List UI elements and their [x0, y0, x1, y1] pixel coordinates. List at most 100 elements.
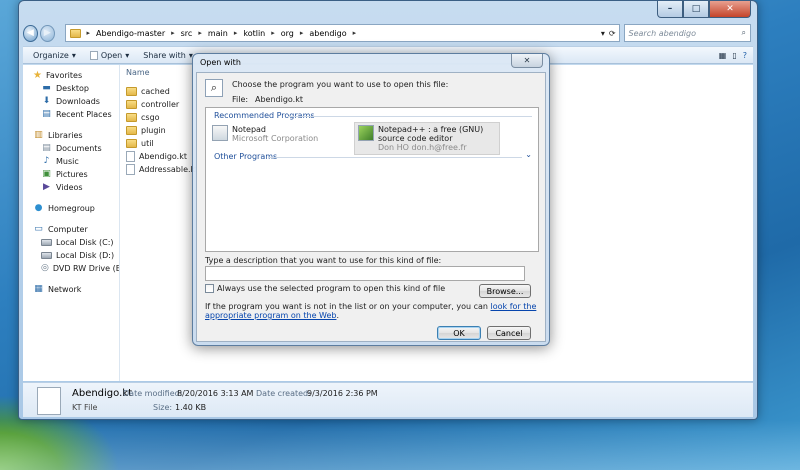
- view-options-icon[interactable]: ▦: [719, 51, 727, 60]
- network-icon: ▦: [34, 284, 43, 294]
- program-name: Notepad: [232, 125, 266, 134]
- nav-videos[interactable]: ▶ Videos: [23, 181, 119, 194]
- maximize-button[interactable]: □: [683, 1, 709, 18]
- nav-pictures[interactable]: ▣ Pictures: [23, 168, 119, 181]
- address-bar[interactable]: ▸ Abendigo-master ▸ src ▸ main ▸ kotlin ▸ or…: [64, 24, 620, 42]
- column-header-name[interactable]: Name: [126, 68, 150, 77]
- folder-icon: [126, 100, 137, 109]
- breadcrumb-item[interactable]: Abendigo-master ▸: [96, 29, 175, 38]
- address-row: ◀ ▶ ▸ Abendigo-master ▸ src ▸ main ▸ kotlin…: [23, 23, 751, 43]
- desktop-icon: ▬: [42, 83, 51, 93]
- document-icon: [89, 50, 98, 60]
- list-item[interactable]: csgo: [126, 111, 198, 124]
- folder-icon: [126, 139, 137, 148]
- cancel-button[interactable]: Cancel: [487, 326, 531, 340]
- program-list[interactable]: Recommended Programs Notepad Microsoft C…: [205, 107, 539, 252]
- folder-icon: [69, 28, 81, 38]
- always-use-option[interactable]: Always use the selected program to open …: [205, 284, 445, 293]
- nav-local-disk-d[interactable]: Local Disk (D:): [23, 249, 119, 262]
- refresh-icon[interactable]: ⟳: [609, 29, 616, 38]
- nav-dvd-drive[interactable]: ◎DVD RW Drive (E:) XI: [23, 262, 119, 275]
- breadcrumb-item[interactable]: main ▸: [208, 29, 238, 38]
- program-publisher: Microsoft Corporation: [232, 134, 319, 143]
- notepad-plus-plus-icon: [358, 125, 374, 141]
- desktop-wallpaper-swirl: [0, 420, 800, 470]
- back-button[interactable]: ◀: [23, 24, 38, 42]
- nav-downloads[interactable]: ⬇ Downloads: [23, 95, 119, 108]
- preview-pane-icon[interactable]: ▯: [732, 51, 736, 60]
- libraries-icon: ▥: [34, 130, 43, 140]
- always-use-checkbox[interactable]: [205, 284, 214, 293]
- nav-local-disk-c[interactable]: Local Disk (C:): [23, 236, 119, 249]
- drive-icon: [41, 239, 52, 246]
- list-item[interactable]: Abendigo.kt: [126, 150, 198, 163]
- nav-computer[interactable]: ▭ Computer: [23, 223, 119, 236]
- share-with-button[interactable]: Share with ▾: [143, 51, 193, 60]
- divider: [268, 157, 522, 158]
- computer-icon: ▭: [34, 224, 43, 234]
- program-notepad[interactable]: Notepad Microsoft Corporation: [212, 125, 347, 143]
- nav-documents[interactable]: ▤ Documents: [23, 142, 119, 155]
- file-list: cached controller csgo plugin util Abend…: [126, 85, 198, 176]
- dialog-content: ⌕ Choose the program you want to use to …: [196, 72, 546, 342]
- navigation-pane: ★ Favorites ▬ Desktop ⬇ Downloads ▤ Recent P…: [23, 65, 120, 381]
- search-icon: ⌕: [741, 28, 746, 37]
- list-item[interactable]: cached: [126, 85, 198, 98]
- dialog-prompt: Choose the program you want to use to op…: [232, 80, 449, 89]
- breadcrumb-item[interactable]: abendigo ▸: [309, 29, 356, 38]
- videos-icon: ▶: [43, 182, 50, 192]
- chevron-down-icon: ▾: [125, 50, 130, 60]
- chevron-right-icon: ▸: [299, 29, 304, 37]
- description-input[interactable]: [205, 266, 525, 281]
- nav-homegroup[interactable]: ● Homegroup: [23, 202, 119, 215]
- file-icon: [126, 164, 135, 175]
- forward-button[interactable]: ▶: [39, 24, 55, 42]
- file-label: File:: [232, 95, 249, 104]
- file-icon: [126, 151, 135, 162]
- music-icon: ♪: [43, 156, 50, 166]
- folder-icon: [126, 113, 137, 122]
- breadcrumb-item[interactable]: src ▸: [181, 29, 202, 38]
- breadcrumb-item[interactable]: kotlin ▸: [243, 29, 274, 38]
- list-item[interactable]: controller: [126, 98, 198, 111]
- close-button[interactable]: ✕: [709, 1, 751, 18]
- file-icon: [37, 387, 61, 415]
- dialog-close-button[interactable]: ✕: [511, 54, 543, 68]
- downloads-icon: ⬇: [42, 96, 51, 106]
- breadcrumb-item[interactable]: org ▸: [281, 29, 304, 38]
- minimize-button[interactable]: –: [657, 1, 683, 18]
- list-item[interactable]: plugin: [126, 124, 198, 137]
- size-label: Size:: [153, 403, 173, 412]
- chevron-down-icon[interactable]: ▾: [601, 29, 605, 38]
- folder-icon: [126, 126, 137, 135]
- chevron-down-icon: ▾: [71, 50, 76, 60]
- list-item[interactable]: util: [126, 137, 198, 150]
- chevron-right-icon: ▸: [233, 29, 238, 37]
- nav-libraries[interactable]: ▥ Libraries: [23, 129, 119, 142]
- browse-button[interactable]: Browse...: [479, 284, 531, 298]
- organize-button[interactable]: Organize ▾: [33, 51, 76, 60]
- details-file-type: KT File: [72, 403, 98, 412]
- nav-desktop[interactable]: ▬ Desktop: [23, 82, 119, 95]
- nav-network[interactable]: ▦ Network: [23, 283, 119, 296]
- nav-favorites[interactable]: ★ Favorites: [23, 69, 119, 82]
- program-notepad-plus-plus[interactable]: Notepad++ : a free (GNU) source code edi…: [354, 122, 500, 155]
- chevron-right-icon: ▸: [86, 29, 91, 37]
- always-use-label: Always use the selected program to open …: [217, 284, 446, 293]
- open-button[interactable]: Open ▾: [89, 50, 130, 60]
- chevron-right-icon: ▸: [171, 29, 175, 37]
- date-created-label: Date created:: [256, 389, 311, 398]
- description-label: Type a description that you want to use …: [205, 256, 442, 265]
- list-item[interactable]: Addressable.kt: [126, 163, 198, 176]
- homegroup-icon: ●: [34, 203, 43, 213]
- nav-music[interactable]: ♪ Music: [23, 155, 119, 168]
- chevron-down-icon[interactable]: ⌄: [525, 150, 532, 159]
- ok-button[interactable]: OK: [437, 326, 481, 340]
- date-modified-label: Date modified:: [123, 389, 183, 398]
- magnifier-icon: ⌕: [205, 79, 223, 97]
- help-icon[interactable]: ?: [743, 51, 747, 60]
- arrow-right-icon: ▶: [43, 28, 51, 38]
- notepad-icon: [212, 125, 228, 141]
- search-input[interactable]: Search abendigo ⌕: [623, 24, 751, 42]
- nav-recent-places[interactable]: ▤ Recent Places: [23, 108, 119, 121]
